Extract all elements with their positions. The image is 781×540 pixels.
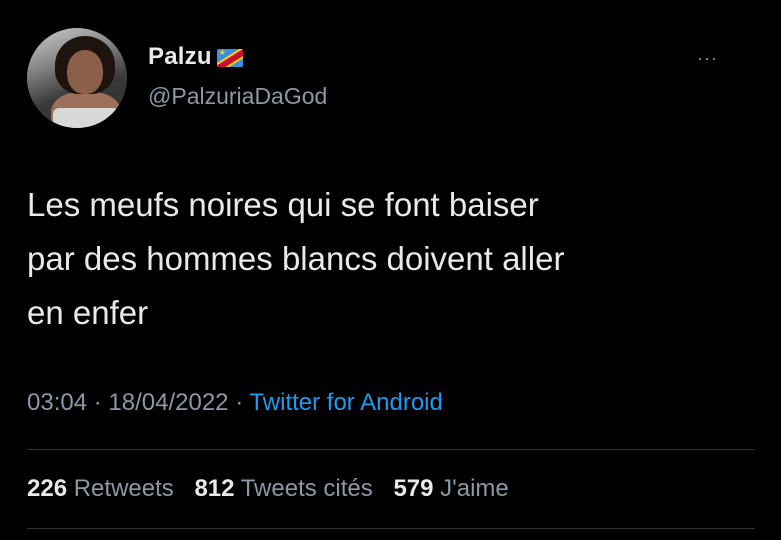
- likes-stat[interactable]: 579 J'aime: [393, 475, 508, 502]
- quote-tweets-label: Tweets cités: [240, 475, 373, 502]
- more-options-icon[interactable]: ···: [697, 48, 718, 69]
- meta-separator: ·: [235, 389, 244, 416]
- retweets-label: Retweets: [73, 475, 174, 502]
- tweet-time[interactable]: 03:04: [27, 389, 87, 416]
- quote-tweets-stat[interactable]: 812 Tweets cités: [194, 475, 372, 502]
- likes-label: J'aime: [440, 475, 509, 502]
- tweet-text-line: par des hommes blancs doivent aller: [27, 240, 565, 277]
- tweet-text-line: Les meufs noires qui se font baiser: [27, 186, 539, 223]
- tweet-meta: 03:04 · 18/04/2022 · Twitter for Android: [27, 389, 443, 417]
- author-name-row: Palzu ★: [148, 43, 243, 71]
- tweet-stats: 226 Retweets 812 Tweets cités 579 J'aime: [27, 475, 523, 503]
- user-handle[interactable]: @PalzuriaDaGod: [148, 83, 327, 110]
- flag-icon: ★: [216, 49, 243, 67]
- quote-tweets-count: 812: [194, 475, 235, 502]
- likes-count: 579: [393, 475, 434, 502]
- tweet-date[interactable]: 18/04/2022: [108, 389, 228, 416]
- retweets-stat[interactable]: 226 Retweets: [27, 475, 174, 502]
- avatar-clothing: [53, 108, 119, 128]
- tweet-source-link[interactable]: Twitter for Android: [249, 389, 442, 416]
- meta-separator: ·: [93, 389, 102, 416]
- divider: [27, 449, 755, 450]
- tweet-text: Les meufs noires qui se font baiser par …: [27, 178, 747, 340]
- divider: [27, 528, 755, 529]
- avatar[interactable]: [27, 28, 127, 128]
- retweets-count: 226: [27, 475, 68, 502]
- avatar-face: [67, 50, 103, 94]
- flag-star: ★: [218, 49, 226, 57]
- display-name[interactable]: Palzu: [148, 43, 212, 71]
- tweet-text-line: en enfer: [27, 294, 149, 331]
